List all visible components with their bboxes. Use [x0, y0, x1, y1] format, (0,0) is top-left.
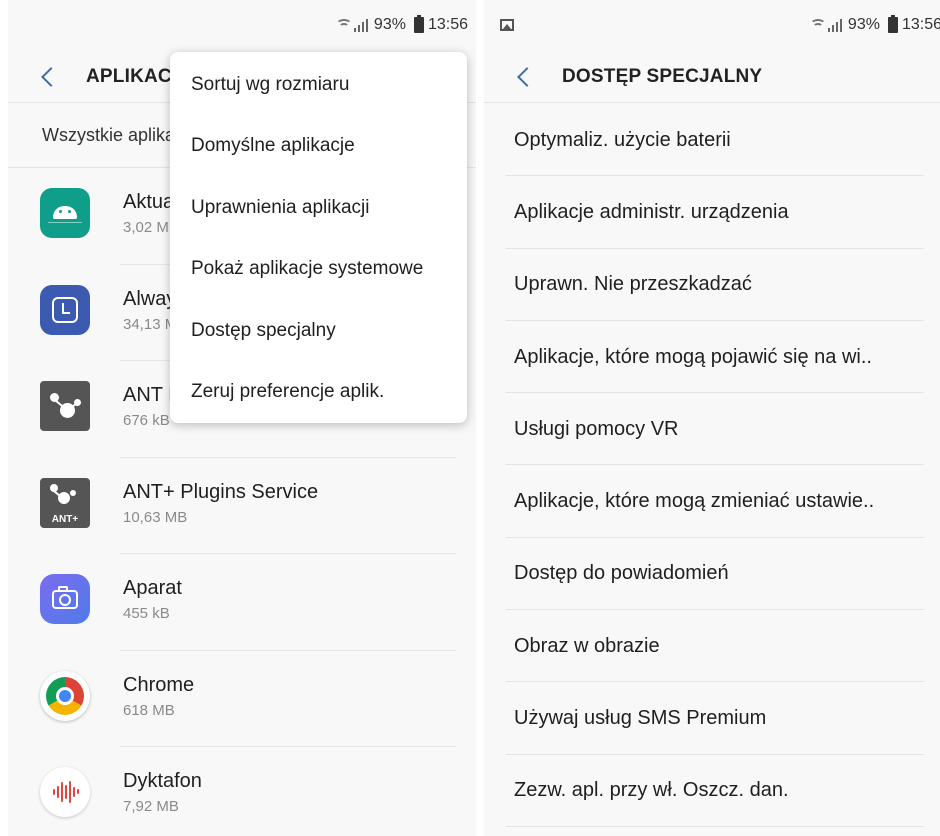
ant-plus-icon: ANT+ — [40, 477, 90, 528]
back-arrow-icon[interactable] — [517, 67, 537, 87]
special-access-item[interactable]: Usługi pomocy VR — [484, 393, 940, 466]
page-title: DOSTĘP SPECJALNY — [562, 66, 763, 87]
app-size: 676 kB — [123, 412, 170, 429]
app-list-item[interactable]: ANT+ ANT+ Plugins Service 10,63 MB — [8, 458, 476, 554]
image-notification-icon — [500, 19, 514, 31]
ant-icon — [40, 381, 90, 431]
battery-percent: 93% — [373, 16, 406, 33]
special-access-item[interactable]: Uprawn. Nie przeszkadzać — [484, 249, 940, 321]
android-icon — [40, 188, 90, 238]
special-access-item[interactable]: Aplikacje administr. urządzenia — [484, 176, 940, 249]
battery-percent: 93% — [847, 16, 880, 33]
app-list-item[interactable]: Chrome 618 MB — [8, 651, 476, 747]
item-label: Obraz w obrazie — [514, 634, 660, 657]
menu-item-special-access[interactable]: Dostęp specjalny — [170, 300, 467, 362]
apps-screen: 93% 13:56 APLIKACJE Wszystkie aplikacje … — [8, 0, 476, 836]
special-access-item[interactable]: Dostęp do powiadomień — [484, 538, 940, 611]
special-access-item[interactable]: Używaj usług SMS Premium — [484, 682, 940, 755]
app-size: 455 kB — [123, 605, 170, 622]
divider — [484, 102, 940, 103]
menu-item-default-apps[interactable]: Domyślne aplikacje — [170, 116, 467, 178]
item-label: Optymaliz. użycie baterii — [514, 128, 731, 151]
item-label: Aplikacje, które mogą pojawić się na wi.… — [514, 345, 872, 368]
special-access-item[interactable]: Optymaliz. użycie baterii — [484, 104, 940, 177]
app-name: ANT+ Plugins Service — [123, 480, 319, 503]
item-label: Uprawn. Nie przeszkadzać — [514, 273, 752, 296]
app-list-item[interactable]: Aparat 455 kB — [8, 554, 476, 651]
voice-recorder-icon — [40, 767, 90, 817]
battery-icon — [887, 15, 898, 33]
wifi-signal-icon — [335, 17, 370, 33]
special-access-item[interactable]: Zezw. apl. przy wł. Oszcz. dan. — [484, 755, 940, 827]
item-label: Używaj usług SMS Premium — [514, 707, 767, 730]
item-label: Usługi pomocy VR — [514, 417, 679, 440]
item-label: Dostęp do powiadomień — [514, 562, 729, 585]
menu-item-app-permissions[interactable]: Uprawnienia aplikacji — [170, 177, 467, 239]
item-label: Aplikacje administr. urządzenia — [514, 200, 789, 223]
app-name: Chrome — [123, 673, 195, 696]
status-bar: 93% 13:56 — [484, 0, 940, 52]
clock-time: 13:56 — [427, 16, 468, 33]
item-label: Aplikacje, które mogą zmieniać ustawie.. — [514, 490, 875, 513]
status-bar: 93% 13:56 — [8, 0, 476, 52]
chrome-icon — [40, 670, 90, 721]
item-label: Zezw. apl. przy wł. Oszcz. dan. — [514, 779, 789, 802]
app-list-item[interactable]: Dyktafon 7,92 MB — [8, 747, 476, 836]
special-access-screen: 93% 13:56 DOSTĘP SPECJALNY Optymaliz. uż… — [484, 0, 940, 836]
camera-icon — [40, 574, 90, 624]
menu-item-reset-preferences[interactable]: Zeruj preferencje aplik. — [170, 362, 467, 424]
special-access-list: Optymaliz. użycie baterii Aplikacje admi… — [484, 104, 940, 827]
app-size: 7,92 MB — [123, 798, 179, 815]
battery-icon — [413, 15, 424, 33]
menu-item-show-system-apps[interactable]: Pokaż aplikacje systemowe — [170, 239, 467, 301]
app-size: 618 MB — [123, 701, 175, 719]
app-name: Dyktafon — [123, 770, 202, 792]
menu-item-sort-by-size[interactable]: Sortuj wg rozmiaru — [170, 54, 467, 116]
ant-plus-badge: ANT+ — [51, 513, 79, 525]
app-size: 10,63 MB — [123, 508, 188, 526]
wifi-signal-icon — [809, 17, 844, 33]
back-arrow-icon[interactable] — [41, 67, 61, 87]
special-access-item[interactable]: Aplikacje, które mogą pojawić się na wi.… — [484, 321, 940, 394]
clock-time: 13:56 — [901, 16, 940, 33]
app-bar: DOSTĘP SPECJALNY — [484, 52, 940, 102]
app-name: Aparat — [123, 577, 182, 599]
special-access-item[interactable]: Obraz w obrazie — [484, 610, 940, 683]
overflow-menu: Sortuj wg rozmiaru Domyślne aplikacje Up… — [170, 52, 467, 423]
special-access-item[interactable]: Aplikacje, które mogą zmieniać ustawie.. — [484, 465, 940, 538]
clock-icon — [40, 284, 90, 335]
